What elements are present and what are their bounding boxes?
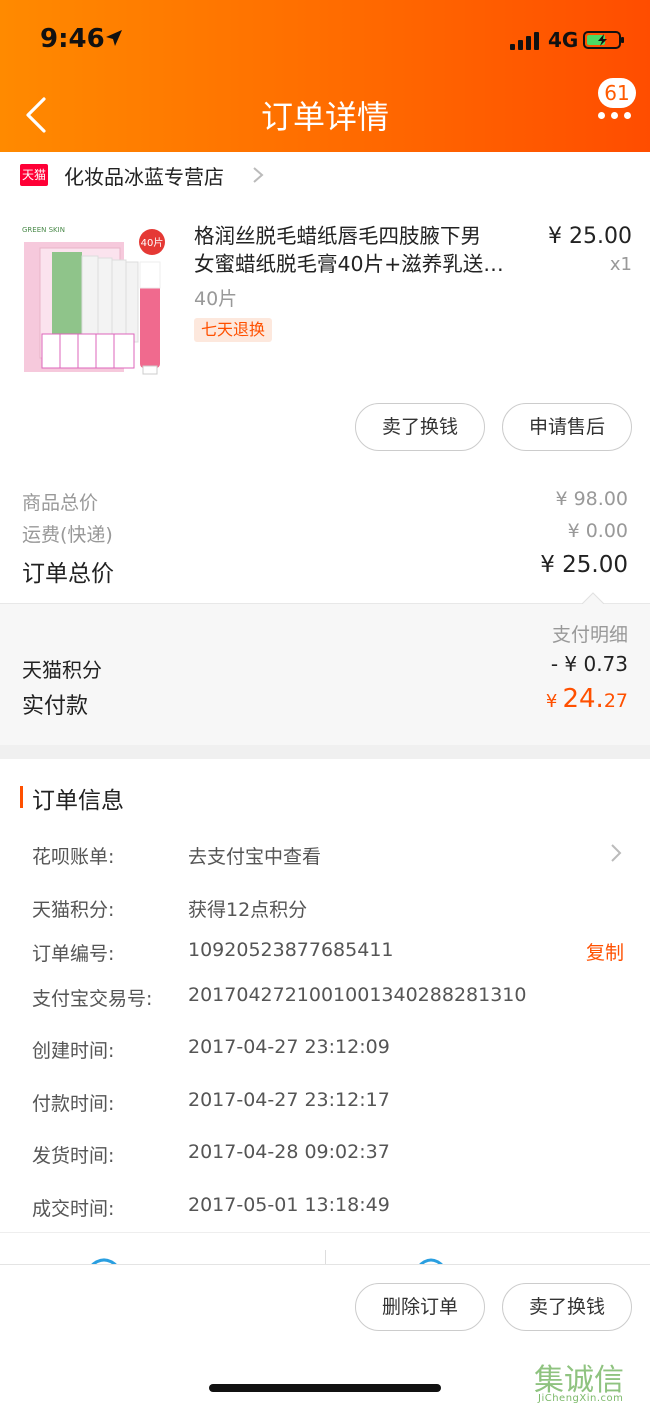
location-arrow-icon bbox=[106, 30, 122, 46]
points-value: - ¥ 0.73 bbox=[550, 652, 628, 676]
shipping-label: 运费(快递) bbox=[22, 524, 113, 546]
sell-order-button[interactable]: 卖了换钱 bbox=[502, 1283, 632, 1331]
alipay-trade-label: 支付宝交易号: bbox=[32, 988, 153, 1010]
order-total-value: ¥ 25.00 bbox=[540, 552, 628, 578]
alipay-trade-value: 2017042721001001340288281310 bbox=[188, 984, 527, 1006]
store-row[interactable]: 天猫 化妆品冰蓝专营店 bbox=[0, 152, 650, 198]
completed-time-value: 2017-05-01 13:18:49 bbox=[188, 1194, 390, 1216]
goods-total-value: ¥ 98.00 bbox=[555, 488, 628, 510]
header-bar: 9:46 4G 订单详情 61 bbox=[0, 0, 650, 152]
notification-badge: 61 bbox=[598, 78, 636, 108]
order-info-title: 订单信息 bbox=[32, 788, 124, 814]
order-total-label: 订单总价 bbox=[22, 561, 114, 587]
watermark-text: JiChengXin.com bbox=[538, 1393, 624, 1404]
home-indicator[interactable] bbox=[209, 1384, 441, 1392]
points-info-value: 获得12点积分 bbox=[188, 899, 308, 921]
divider bbox=[325, 1250, 326, 1264]
paid-amount-label: 实付款 bbox=[22, 694, 89, 719]
delete-order-button[interactable]: 删除订单 bbox=[355, 1283, 485, 1331]
section-divider bbox=[0, 745, 650, 759]
huabei-value[interactable]: 去支付宝中查看 bbox=[188, 842, 321, 869]
more-dots-icon bbox=[598, 112, 632, 120]
paid-currency: ¥ bbox=[545, 691, 558, 712]
order-number-label: 订单编号: bbox=[32, 943, 115, 965]
paid-decimal: 27 bbox=[603, 690, 628, 712]
paid-time-label: 付款时间: bbox=[32, 1093, 115, 1115]
product-image[interactable]: GREEN SKIN 40片 bbox=[22, 222, 172, 378]
order-number-value: 10920523877685411 bbox=[188, 939, 394, 961]
shipping-value: ¥ 0.00 bbox=[567, 520, 628, 542]
shipped-time-value: 2017-04-28 09:02:37 bbox=[188, 1141, 390, 1163]
completed-time-label: 成交时间: bbox=[32, 1198, 115, 1220]
network-type: 4G bbox=[548, 28, 579, 52]
points-label: 天猫积分 bbox=[22, 658, 102, 682]
product-title[interactable]: 格润丝脱毛蜡纸唇毛四肢腋下男 女蜜蜡纸脱毛膏40片+滋养乳送… bbox=[194, 222, 539, 278]
signal-icon bbox=[510, 30, 542, 50]
created-time-label: 创建时间: bbox=[32, 1040, 115, 1062]
product-title-line1: 格润丝脱毛蜡纸唇毛四肢腋下男 bbox=[194, 224, 481, 248]
return-policy-tag: 七天退换 bbox=[194, 318, 273, 342]
product-image-badge: 40片 bbox=[141, 236, 164, 249]
shipped-time-label: 发货时间: bbox=[32, 1145, 115, 1167]
goods-total-label: 商品总价 bbox=[22, 492, 99, 514]
product-title-line2: 女蜜蜡纸脱毛膏40片+滋养乳送… bbox=[194, 252, 504, 276]
more-menu-button[interactable]: 61 bbox=[590, 78, 644, 128]
payment-detail-toggle[interactable]: 支付明细 bbox=[552, 620, 628, 647]
tmall-icon: 天猫 bbox=[20, 164, 48, 186]
created-time-value: 2017-04-27 23:12:09 bbox=[188, 1036, 390, 1058]
chevron-right-icon[interactable] bbox=[608, 842, 624, 864]
caret-up-icon bbox=[582, 592, 604, 604]
huabei-label: 花呗账单: bbox=[32, 846, 115, 868]
chevron-right-icon bbox=[253, 167, 264, 183]
copy-button[interactable]: 复制 bbox=[586, 938, 624, 965]
product-quantity: x1 bbox=[609, 254, 632, 275]
product-sku: 40片 bbox=[194, 288, 238, 310]
product-image-brand: GREEN SKIN bbox=[22, 226, 65, 234]
section-accent-bar bbox=[20, 786, 23, 808]
product-price: ¥ 25.00 bbox=[548, 224, 632, 249]
sell-item-button[interactable]: 卖了换钱 bbox=[355, 403, 485, 451]
store-name[interactable]: 化妆品冰蓝专营店 bbox=[64, 161, 224, 190]
page-title: 订单详情 bbox=[260, 98, 389, 136]
status-time: 9:46 bbox=[40, 24, 105, 54]
points-info-label: 天猫积分: bbox=[32, 899, 115, 921]
paid-time-value: 2017-04-27 23:12:17 bbox=[188, 1089, 390, 1111]
battery-icon bbox=[583, 31, 624, 49]
paid-integer: 24. bbox=[562, 684, 604, 714]
after-sale-button[interactable]: 申请售后 bbox=[502, 403, 632, 451]
paid-amount-value: ¥ 24.27 bbox=[546, 684, 628, 714]
